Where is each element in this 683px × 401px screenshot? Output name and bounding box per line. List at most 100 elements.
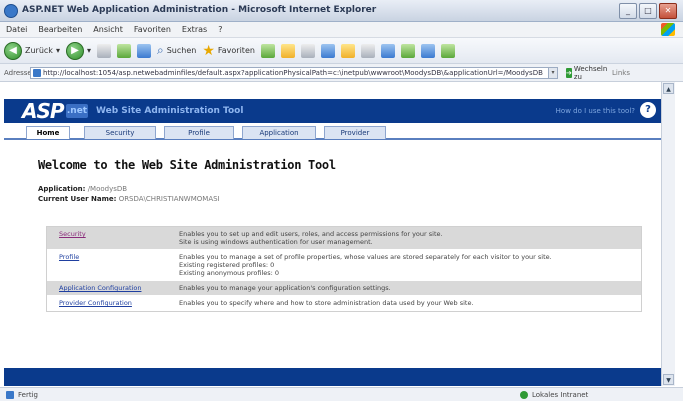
section-description: Enables you to manage a set of profile p…	[175, 250, 641, 280]
back-button[interactable]: ◀ Zurück ▾	[4, 41, 60, 60]
scroll-down-arrow-icon[interactable]: ▼	[663, 374, 674, 385]
page-title: Welcome to the Web Site Administration T…	[38, 158, 336, 172]
section-row-security: Security Enables you to set up and edit …	[47, 227, 641, 250]
search-button[interactable]: ⌕ Suchen	[157, 43, 196, 58]
tab-provider[interactable]: Provider	[324, 126, 386, 139]
application-info: Application: /MoodysDB	[38, 185, 127, 193]
print-icon[interactable]	[300, 43, 315, 58]
section-description: Enables you to manage your application's…	[175, 281, 641, 295]
go-label: Wechseln zu	[573, 65, 608, 81]
media-icon[interactable]	[380, 43, 395, 58]
messenger-icon[interactable]	[420, 43, 435, 58]
tab-application[interactable]: Application	[242, 126, 316, 139]
net-logo: .net	[66, 104, 88, 118]
user-label: Current User Name:	[38, 195, 117, 203]
maximize-button[interactable]: □	[639, 3, 657, 19]
help-icon[interactable]: ?	[640, 102, 656, 118]
profile-link[interactable]: Profile	[47, 250, 175, 280]
provider-configuration-link[interactable]: Provider Configuration	[47, 296, 175, 310]
research-icon[interactable]	[440, 43, 455, 58]
minimize-button[interactable]: _	[619, 3, 637, 19]
description-line: Enables you to manage your application's…	[179, 284, 391, 292]
menu-favorites[interactable]: Favoriten	[134, 25, 171, 34]
section-row-provider-configuration: Provider Configuration Enables you to sp…	[47, 296, 641, 311]
go-button[interactable]: ➔ Wechseln zu	[566, 65, 607, 81]
description-line: Enables you to manage a set of profile p…	[179, 253, 552, 261]
document-icon[interactable]	[360, 43, 375, 58]
page-icon	[6, 391, 14, 399]
tab-security[interactable]: Security	[84, 126, 156, 139]
section-description: Enables you to set up and edit users, ro…	[175, 227, 641, 249]
menu-help[interactable]: ?	[218, 25, 222, 34]
internet-explorer-icon	[4, 4, 18, 18]
description-line: Existing anonymous profiles: 0	[179, 269, 280, 277]
sections-table: Security Enables you to set up and edit …	[46, 226, 642, 312]
header-title: Web Site Administration Tool	[96, 106, 244, 116]
user-value: ORSDA\CHRISTIANWMOMASI	[118, 195, 220, 203]
window-title: ASP.NET Web Application Administration -…	[22, 5, 377, 15]
browser-window: ASP.NET Web Application Administration -…	[0, 0, 683, 401]
help-link[interactable]: How do I use this tool?	[556, 107, 635, 115]
search-label: Suchen	[166, 46, 197, 55]
stop-icon[interactable]	[96, 43, 111, 58]
status-zone: Lokales Intranet	[520, 391, 588, 399]
favorites-button[interactable]: ★ Favoriten	[202, 44, 255, 58]
menu-file[interactable]: Datei	[6, 25, 27, 34]
mail-icon[interactable]	[280, 43, 295, 58]
security-link[interactable]: Security	[47, 227, 175, 249]
description-line: Site is using windows authentication for…	[179, 238, 373, 246]
vertical-scrollbar[interactable]: ▲ ▼	[661, 82, 675, 386]
chevron-down-icon: ▾	[55, 46, 60, 55]
tab-bar: Home Security Profile Application Provid…	[4, 123, 661, 140]
main-content: Welcome to the Web Site Administration T…	[4, 140, 661, 368]
status-left: Fertig	[6, 391, 38, 399]
history-icon[interactable]	[260, 43, 275, 58]
menu-edit[interactable]: Bearbeiten	[38, 25, 82, 34]
windows-logo-icon	[661, 23, 675, 36]
application-label: Application:	[38, 185, 86, 193]
section-row-application-configuration: Application Configuration Enables you to…	[47, 281, 641, 296]
forward-arrow-icon: ▶	[65, 41, 84, 60]
tools-icon[interactable]	[400, 43, 415, 58]
tab-profile[interactable]: Profile	[164, 126, 234, 139]
address-dropdown-button[interactable]: ▾	[548, 67, 558, 79]
back-arrow-icon: ◀	[4, 41, 22, 60]
close-button[interactable]: ✕	[659, 3, 677, 19]
description-line: Enables you to specify where and how to …	[179, 299, 474, 307]
go-arrow-icon: ➔	[566, 68, 572, 78]
menu-view[interactable]: Ansicht	[93, 25, 123, 34]
title-bar: ASP.NET Web Application Administration -…	[0, 0, 683, 22]
status-bar: Fertig Lokales Intranet	[0, 387, 683, 401]
links-button[interactable]: Links	[612, 69, 630, 77]
wsat-header: ASP .net Web Site Administration Tool Ho…	[4, 99, 661, 123]
menu-bar: Datei Bearbeiten Ansicht Favoriten Extra…	[0, 22, 683, 38]
edit-icon[interactable]	[320, 43, 335, 58]
description-line: Existing registered profiles: 0	[179, 261, 275, 269]
section-description: Enables you to specify where and how to …	[175, 296, 641, 310]
chevron-down-icon: ▾	[86, 46, 91, 55]
page-icon	[33, 69, 41, 77]
menu-tools[interactable]: Extras	[182, 25, 207, 34]
folder-icon[interactable]	[340, 43, 355, 58]
refresh-icon[interactable]	[116, 43, 131, 58]
search-icon: ⌕	[156, 43, 164, 57]
asp-logo: ASP	[22, 99, 65, 123]
toolbar: ◀ Zurück ▾ ▶ ▾ ⌕ Suchen ★ Favoriten	[0, 38, 683, 64]
scroll-up-arrow-icon[interactable]: ▲	[663, 83, 674, 94]
window-controls: _ □ ✕	[619, 3, 677, 19]
tab-home[interactable]: Home	[26, 126, 70, 139]
address-bar: Adresse http://localhost:1054/asp.netweb…	[0, 64, 683, 82]
intranet-icon	[520, 391, 528, 399]
application-configuration-link[interactable]: Application Configuration	[47, 281, 175, 295]
home-icon[interactable]	[136, 43, 151, 58]
url-text: http://localhost:1054/asp.netwebadminfil…	[43, 69, 543, 77]
user-info: Current User Name: ORSDA\CHRISTIANWMOMAS…	[38, 195, 220, 203]
back-label: Zurück	[25, 46, 53, 55]
status-text: Fertig	[18, 391, 38, 399]
address-label: Adresse	[4, 69, 32, 77]
star-icon: ★	[202, 42, 215, 59]
url-input[interactable]: http://localhost:1054/asp.netwebadminfil…	[30, 67, 550, 79]
description-line: Enables you to set up and edit users, ro…	[179, 230, 443, 238]
application-value: /MoodysDB	[87, 185, 128, 193]
forward-button[interactable]: ▶ ▾	[65, 41, 91, 60]
